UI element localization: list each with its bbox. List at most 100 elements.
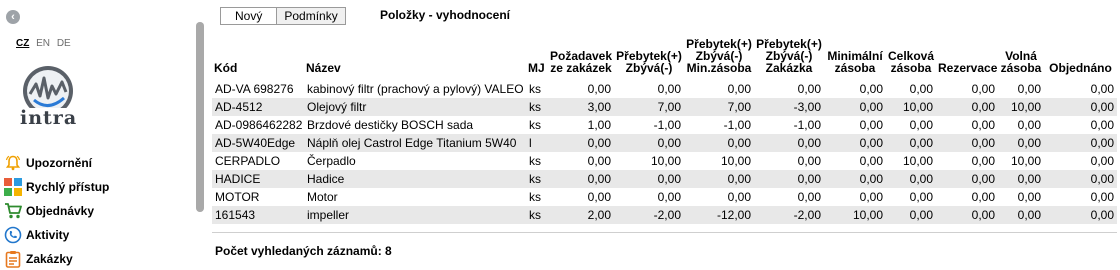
cell-objednano: 0,00 (1090, 190, 1114, 204)
cell-volna: 0,00 (1017, 190, 1041, 204)
table-row[interactable]: MOTOR Motor ks 0,00 0,00 0,00 0,00 0,00 … (212, 188, 1117, 206)
table-row[interactable]: AD-0986462282 Brzdové destičky BOSCH sad… (212, 116, 1117, 134)
cell-prebytek: 10,00 (650, 154, 681, 168)
tab-podminky[interactable]: Podmínky (276, 7, 346, 25)
cart-icon (2, 201, 24, 221)
cell-prebytek-zakazka: 0,00 (754, 134, 824, 152)
cell-prebytek-min: 7,00 (684, 98, 754, 116)
cell-prebytek: -1,00 (653, 118, 681, 132)
tab-novy[interactable]: Nový (220, 7, 278, 25)
cell-prebytek: 7,00 (614, 98, 684, 116)
cell-volna: 0,00 (998, 170, 1044, 188)
column-header-prebytek-zakazka[interactable]: Přebytek(+) Zbývá(-) Zakázka (754, 34, 824, 80)
table-bottom-divider (212, 232, 1117, 233)
column-header-rezervace[interactable]: Rezervace (936, 34, 998, 80)
menu-item-upozorneni[interactable]: Upozornění (2, 151, 109, 175)
intra-logo[interactable]: intra (14, 64, 82, 134)
cell-celkova: 0,00 (909, 190, 933, 204)
language-cz[interactable]: CZ (16, 38, 29, 49)
column-header-prebytek-min[interactable]: Přebytek(+) Zbývá(-) Min.zásoba (684, 34, 754, 80)
record-count: Počet vyhledaných záznamů: 8 (215, 244, 392, 258)
table-row[interactable]: AD-VA 698276 kabinový filtr (prachový a … (212, 80, 1117, 98)
cell-prebytek-min: 0,00 (684, 170, 754, 188)
column-header-volna[interactable]: Volná zásoba (998, 34, 1044, 80)
cell-minimalni: 0,00 (859, 118, 883, 132)
menu-item-rychly-pristup[interactable]: Rychlý přístup (2, 175, 109, 199)
language-de[interactable]: DE (57, 38, 71, 49)
cell-mj: ks (529, 82, 541, 96)
cell-minimalni: 0,00 (859, 82, 883, 96)
cell-prebytek-min: -12,00 (684, 206, 754, 224)
menu-item-label: Aktivity (26, 228, 70, 242)
cell-prebytek-min: 0,00 (684, 134, 754, 152)
menu-item-aktivity[interactable]: Aktivity (2, 223, 109, 247)
cell-objednano: 0,00 (1044, 170, 1117, 188)
column-header-celkova[interactable]: Celková zásoba (886, 34, 936, 80)
table-row[interactable]: HADICE Hadice ks 0,00 0,00 0,00 0,00 0,0… (212, 170, 1117, 188)
main-menu: Upozornění Rychlý přístup Objednávky Akt… (2, 151, 109, 270)
bell-icon (2, 153, 24, 173)
table-row[interactable]: CERPADLO Čerpadlo ks 0,00 10,00 10,00 0,… (212, 152, 1117, 170)
cell-prebytek: 0,00 (614, 134, 684, 152)
cell-objednano: 0,00 (1090, 118, 1114, 132)
cell-prebytek-zakazka: -2,00 (754, 206, 824, 224)
collapse-sidebar-button[interactable]: ‹ (6, 10, 20, 24)
cell-volna: 10,00 (998, 98, 1044, 116)
cell-prebytek-min: 10,00 (720, 154, 751, 168)
cell-prebytek-min: -1,00 (723, 118, 751, 132)
clipboard-icon (2, 249, 24, 269)
cell-mj: ks (529, 190, 541, 204)
cell-celkova: 0,00 (909, 82, 933, 96)
cell-prebytek-zakazka: 0,00 (797, 82, 821, 96)
cell-prebytek-min: 0,00 (727, 190, 751, 204)
table-row[interactable]: 161543 impeller ks 2,00 -2,00 -12,00 -2,… (212, 206, 1117, 224)
cell-pozadavek: 0,00 (548, 134, 614, 152)
menu-item-label: Rychlý přístup (26, 180, 110, 194)
sidebar: ‹ CZ EN DE intra Upozornění Rychlý příst… (0, 0, 196, 270)
cell-kod: AD-0986462282 (215, 118, 303, 132)
cell-kod: HADICE (212, 170, 304, 188)
column-header-nazev[interactable]: Název (304, 34, 526, 80)
cell-prebytek: -2,00 (614, 206, 684, 224)
cell-minimalni: 10,00 (824, 206, 886, 224)
cell-objednano: 0,00 (1044, 134, 1117, 152)
cell-volna: 0,00 (998, 134, 1044, 152)
cell-prebytek-zakazka: 0,00 (797, 154, 821, 168)
cell-prebytek-min: 0,00 (727, 82, 751, 96)
column-header-minimalni[interactable]: Minimální zásoba (824, 34, 886, 80)
column-header-objednano[interactable]: Objednáno (1044, 34, 1117, 80)
cell-volna: 0,00 (1017, 82, 1041, 96)
cell-prebytek: 0,00 (657, 190, 681, 204)
cell-mj: ks (529, 118, 541, 132)
cell-nazev: Motor (307, 190, 338, 204)
cell-rezervace: 0,00 (936, 206, 998, 224)
cell-rezervace: 0,00 (971, 118, 995, 132)
cell-kod: AD-4512 (212, 98, 304, 116)
menu-item-label: Zakázky (26, 252, 73, 266)
column-header-pozadavek[interactable]: Požadavek ze zakázek (548, 34, 614, 80)
cell-mj: ks (526, 206, 548, 224)
cell-pozadavek: 0,00 (587, 190, 611, 204)
column-header-mj[interactable]: MJ (526, 34, 548, 80)
cell-kod: MOTOR (215, 190, 260, 204)
cell-rezervace: 0,00 (936, 170, 998, 188)
cell-rezervace: 0,00 (971, 154, 995, 168)
column-header-kod[interactable]: Kód (212, 34, 304, 80)
cell-volna: 0,00 (998, 206, 1044, 224)
cell-prebytek: 0,00 (614, 170, 684, 188)
cell-prebytek-zakazka: 0,00 (797, 190, 821, 204)
cell-nazev: Náplň olej Castrol Edge Titanium 5W40 (304, 134, 526, 152)
language-en[interactable]: EN (36, 38, 50, 49)
cell-nazev: kabinový filtr (prachový a pylový) VALEO (307, 82, 524, 96)
table-row[interactable]: AD-4512 Olejový filtr ks 3,00 7,00 7,00 … (212, 98, 1117, 116)
table-row[interactable]: AD-5W40Edge Náplň olej Castrol Edge Tita… (212, 134, 1117, 152)
tiles-icon (2, 177, 24, 197)
cell-celkova: 10,00 (886, 98, 936, 116)
menu-item-objednavky[interactable]: Objednávky (2, 199, 109, 223)
cell-mj: l (526, 134, 548, 152)
cell-rezervace: 0,00 (936, 134, 998, 152)
menu-item-zakazky[interactable]: Zakázky (2, 247, 109, 270)
sidebar-scrollbar-thumb[interactable] (196, 22, 204, 212)
column-header-prebytek[interactable]: Přebytek(+) Zbývá(-) (614, 34, 684, 80)
tab-bar: Nový Podmínky (220, 6, 346, 26)
